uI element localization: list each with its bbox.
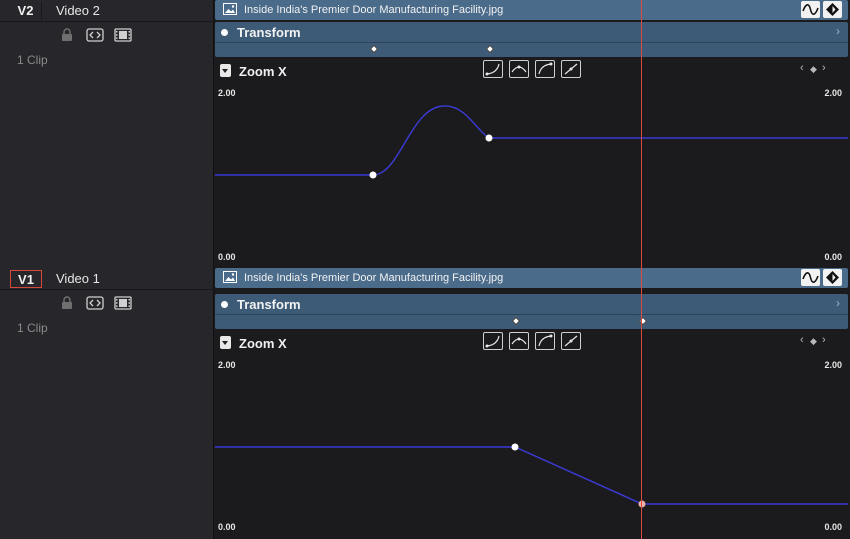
keyframe-marker[interactable] [369,44,379,54]
ease-peak-button[interactable] [509,60,529,78]
track-name-v2[interactable]: Video 2 [56,2,100,20]
ease-out-icon [538,62,553,75]
ease-peak-icon [511,337,527,345]
param-dropdown[interactable] [220,64,231,77]
keyframe-toggle-button[interactable] [823,1,842,18]
curve-toggle-button[interactable] [801,1,820,18]
curve-toggle-icon [802,4,819,15]
chevron-right-icon[interactable]: › [836,24,840,38]
lock-icon[interactable] [60,296,74,310]
track-id-v2[interactable]: V2 [10,2,42,20]
curve-line [215,105,848,176]
divider [215,314,848,315]
clip-title: Inside India's Premier Door Manufacturin… [244,272,504,284]
param-label: Zoom X [239,336,287,351]
prev-keyframe-button[interactable]: ‹ [800,334,804,346]
clip-bar[interactable]: Inside India's Premier Door Manufacturin… [215,268,848,288]
param-row: Zoom X ‹ ◆ › [215,58,848,86]
auto-select-icon[interactable] [86,296,104,310]
auto-select-icon[interactable] [86,28,104,42]
transform-label: Transform [237,297,301,312]
linear-button[interactable] [561,60,581,78]
track-title-row: V2 Video 2 [0,0,214,22]
track-id-v1[interactable]: V1 [10,270,42,288]
playhead[interactable] [641,0,642,539]
linear-icon [564,335,578,347]
ease-peak-button[interactable] [509,332,529,350]
curve-keyframe[interactable] [369,171,377,179]
image-icon [223,3,237,15]
keyframe-toggle-icon [826,3,839,16]
clip-bar[interactable]: Inside India's Premier Door Manufacturin… [215,0,848,20]
transform-bar[interactable]: Transform › [215,22,848,57]
ease-peak-icon [511,65,527,73]
keyframe-marker[interactable] [485,44,495,54]
track-header-v2[interactable]: V2 Video 2 1 Clip [0,0,214,268]
next-keyframe-button[interactable]: › [822,62,826,74]
param-label: Zoom X [239,64,287,79]
image-icon [223,271,237,283]
curve-keyframe[interactable] [511,443,519,451]
transform-bar[interactable]: Transform › [215,294,848,329]
clip-count-v1: 1 Clip [17,321,48,335]
ease-in-icon [485,63,500,76]
track-title-row: V1 Video 1 [0,268,214,290]
keyframe-toggle-button[interactable] [823,269,842,286]
filmstrip-icon[interactable] [114,28,132,42]
chevron-right-icon[interactable]: › [836,296,840,310]
curve-graph[interactable]: 2.00 2.00 0.00 0.00 [215,86,848,268]
ease-out-button[interactable] [535,332,555,350]
linear-button[interactable] [561,332,581,350]
ease-in-button[interactable] [483,60,503,78]
curve-svg [215,105,848,179]
clip-count-v2: 1 Clip [17,53,48,67]
transform-enable-dot[interactable] [221,29,228,36]
transform-enable-dot[interactable] [221,301,228,308]
ease-in-button[interactable] [483,332,503,350]
curve-svg [215,443,848,508]
track-v1: V1 Video 1 1 Clip Inside India's Premier… [0,268,850,539]
keyframe-marker[interactable] [511,316,521,326]
curve-graph[interactable]: 2.00 2.00 0.00 0.00 [215,358,848,539]
divider [215,42,848,43]
track-lane-v1: Inside India's Premier Door Manufacturin… [215,268,850,539]
param-dropdown[interactable] [220,336,231,349]
curve-line [215,446,848,505]
add-keyframe-button[interactable]: ◆ [810,335,817,347]
track-v2: V2 Video 2 1 Clip Inside India's Premier… [0,0,850,268]
transform-label: Transform [237,25,301,40]
param-row: Zoom X ‹ ◆ › [215,330,848,358]
curve-toggle-icon [802,272,819,283]
track-name-v1[interactable]: Video 1 [56,270,100,288]
linear-icon [564,63,578,75]
track-lane-v2: Inside India's Premier Door Manufacturin… [215,0,850,268]
next-keyframe-button[interactable]: › [822,334,826,346]
ease-out-icon [538,334,553,347]
keyframe-toggle-icon [826,271,839,284]
prev-keyframe-button[interactable]: ‹ [800,62,804,74]
curve-keyframe[interactable] [485,134,493,142]
ease-in-icon [485,335,500,348]
clip-title: Inside India's Premier Door Manufacturin… [244,4,504,16]
track-header-v1[interactable]: V1 Video 1 1 Clip [0,268,214,539]
filmstrip-icon[interactable] [114,296,132,310]
curve-keyframe[interactable] [638,500,646,508]
add-keyframe-button[interactable]: ◆ [810,63,817,75]
ease-out-button[interactable] [535,60,555,78]
curve-toggle-button[interactable] [801,269,820,286]
lock-icon[interactable] [60,28,74,42]
